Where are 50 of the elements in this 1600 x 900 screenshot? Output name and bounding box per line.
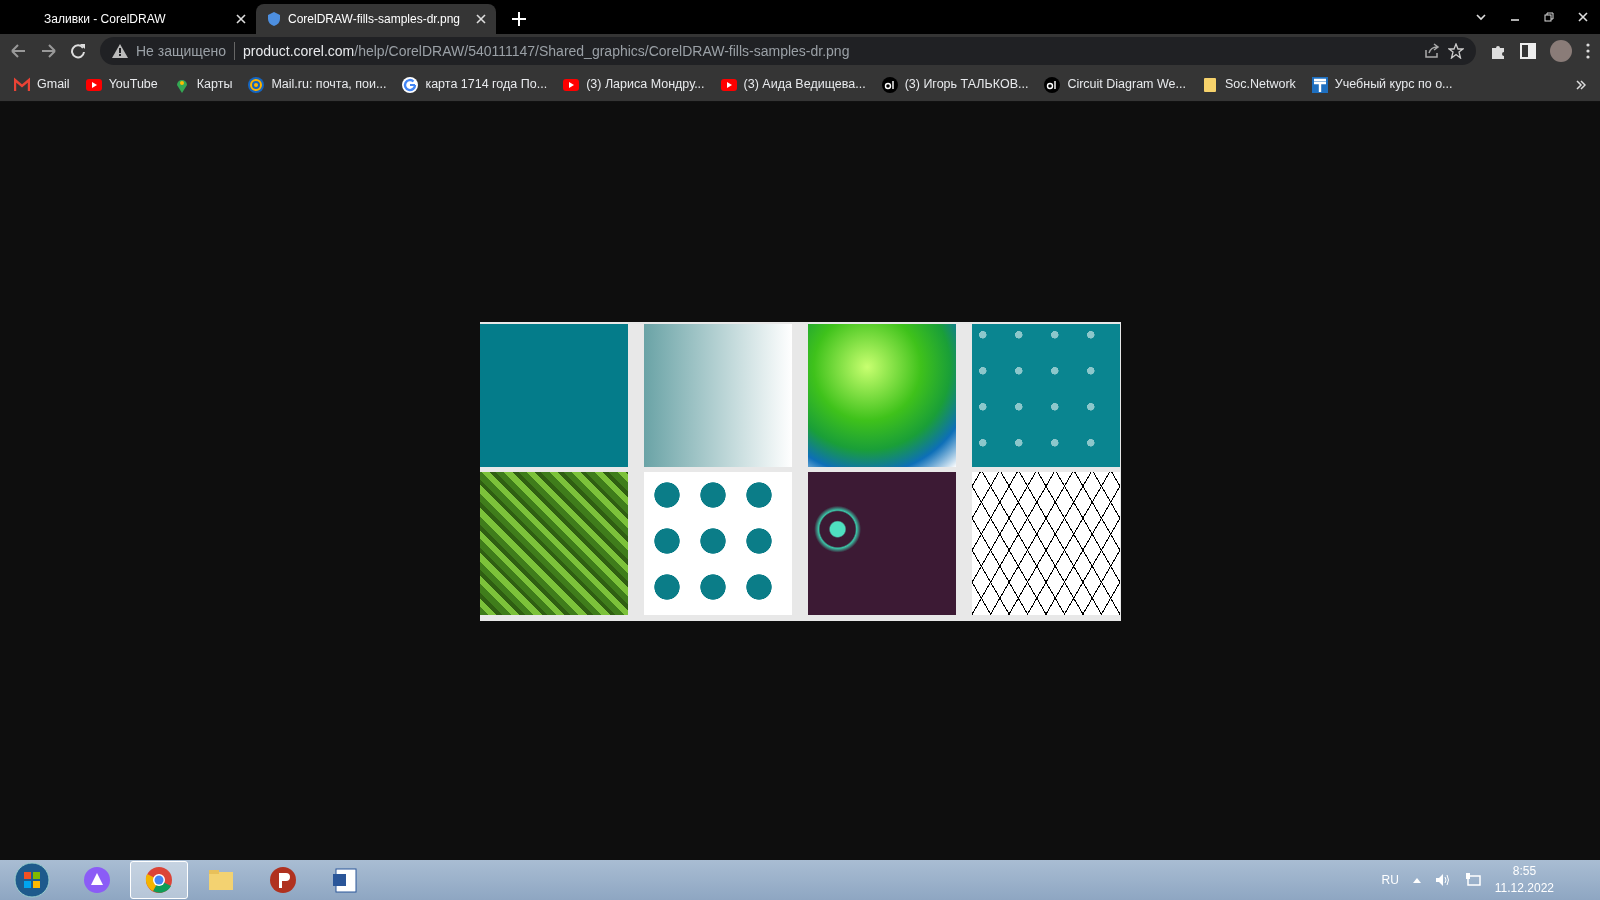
- forward-icon[interactable]: [40, 43, 56, 59]
- bookmark-favicon-icon: [85, 76, 102, 93]
- taskbar-app-button[interactable]: [130, 861, 188, 899]
- share-icon[interactable]: [1424, 43, 1440, 59]
- bookmark-favicon-icon: [1044, 76, 1061, 93]
- browser-tab[interactable]: CorelDRAW-fills-samples-dr.png: [256, 4, 496, 34]
- bookmark-link[interactable]: Учебный курс по о...: [1311, 75, 1453, 94]
- start-orb-icon[interactable]: [14, 862, 50, 898]
- close-icon[interactable]: [1578, 12, 1588, 22]
- bookmark-favicon-icon: [881, 76, 898, 93]
- bookmark-link[interactable]: (3) Игорь ТАЛЬКОВ...: [881, 75, 1029, 94]
- app-icon: [83, 866, 111, 894]
- chevron-down-icon[interactable]: [1476, 12, 1486, 22]
- puzzle-icon[interactable]: [1490, 43, 1506, 59]
- more-bookmarks-icon[interactable]: [1576, 79, 1586, 90]
- app-icon: [269, 866, 297, 894]
- bookmark-favicon-icon: [1201, 76, 1218, 93]
- bookmark-favicon-icon: [248, 76, 265, 93]
- bookmark-favicon-icon: [563, 76, 580, 93]
- bookmark-favicon-icon: [402, 76, 419, 93]
- url-text: product.corel.com/help/CorelDRAW/540111147/Shared_graphics/CorelDRAW-fills-samples-dr.png: [243, 41, 850, 61]
- side-panel-icon[interactable]: [1520, 43, 1536, 59]
- bookmark-link[interactable]: Circuit Diagram We...: [1044, 75, 1186, 94]
- bookmark-link[interactable]: карта 1714 года По...: [402, 75, 548, 94]
- menu-icon[interactable]: [1586, 43, 1590, 59]
- bookmark-link[interactable]: (3) Лариса Мондру...: [563, 75, 705, 94]
- app-icon: [331, 866, 359, 894]
- bookmark-favicon-icon: [14, 76, 30, 93]
- close-icon[interactable]: [476, 14, 486, 24]
- new-tab-icon[interactable]: [512, 12, 526, 26]
- bookmark-link[interactable]: Gmail: [14, 75, 70, 94]
- reload-icon[interactable]: [70, 43, 86, 59]
- bookmark-link[interactable]: Soc.Network: [1201, 75, 1296, 94]
- bookmark-link[interactable]: Mail.ru: почта, пои...: [248, 75, 387, 94]
- app-icon: [145, 866, 173, 894]
- bookmark-link[interactable]: Карты: [173, 75, 233, 94]
- bookmark-favicon-icon: [1311, 76, 1328, 93]
- shield-icon: [268, 12, 280, 26]
- security-label: Не защищено: [136, 41, 226, 61]
- address-bar[interactable]: Не защищено product.corel.com/help/CorelDRAW/540111147/Shared_graphics/CorelDRAW-fills-samples-dr.png: [100, 37, 1476, 65]
- avatar-icon[interactable]: [1550, 40, 1572, 62]
- bookmark-link[interactable]: (3) Аида Ведищева...: [720, 75, 866, 94]
- back-icon[interactable]: [10, 43, 26, 59]
- browser-tab[interactable]: Заливки - CorelDRAW: [16, 4, 256, 34]
- close-icon[interactable]: [236, 14, 246, 24]
- bookmark-link[interactable]: YouTube: [85, 75, 158, 94]
- bookmark-favicon-icon: [720, 76, 737, 93]
- restore-icon[interactable]: [1544, 12, 1554, 22]
- warning-icon: [112, 44, 128, 58]
- star-icon[interactable]: [1448, 43, 1464, 59]
